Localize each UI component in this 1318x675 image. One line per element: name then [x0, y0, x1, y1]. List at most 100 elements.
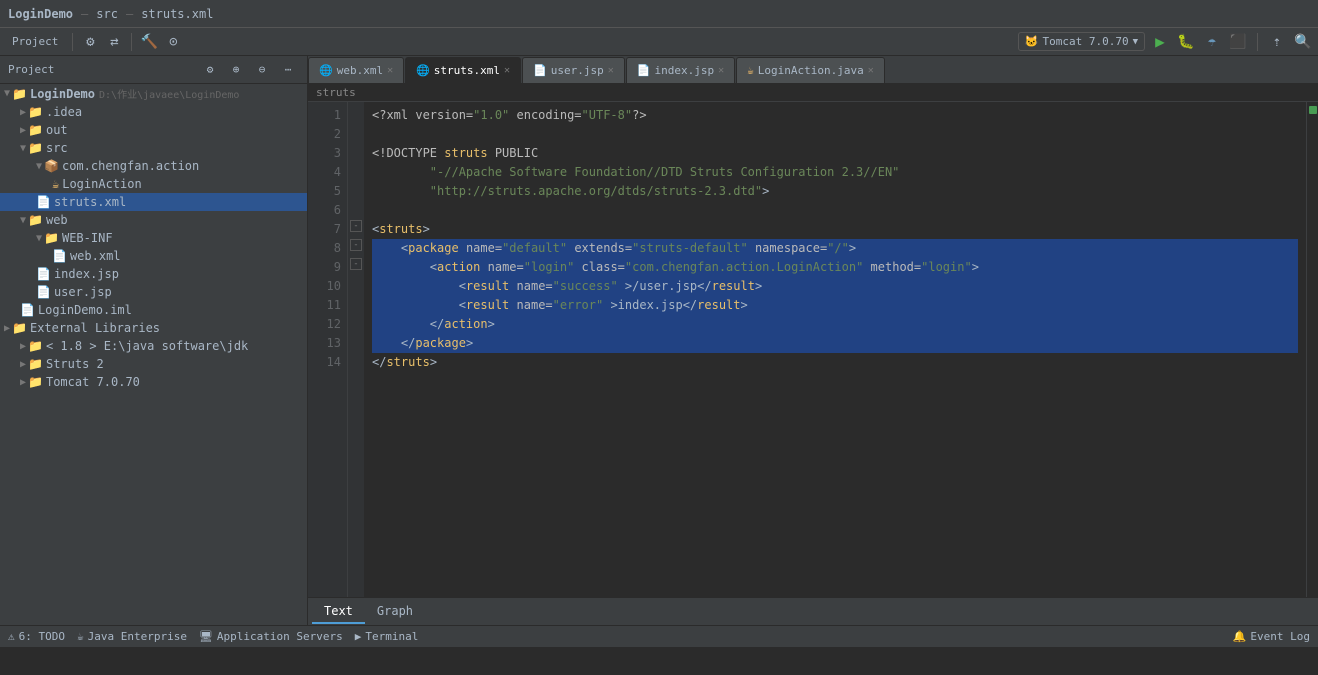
title-file2: struts.xml [141, 7, 213, 21]
sidebar-item-webinf[interactable]: ▼ 📁 WEB-INF [0, 229, 307, 247]
tab-struts-xml[interactable]: 🌐 struts.xml ✕ [405, 57, 521, 83]
tab-user-jsp[interactable]: 📄 user.jsp ✕ [522, 57, 625, 83]
tomcat-selector[interactable]: 🐱 Tomcat 7.0.70 ▼ [1018, 32, 1145, 51]
tab-index-jsp-close[interactable]: ✕ [718, 65, 724, 76]
sidebar-expand-icon[interactable]: ⊕ [225, 59, 247, 81]
code-line-9: <action name="login" class="com.chengfan… [372, 258, 1298, 277]
src-arrow-icon: ▼ [20, 143, 26, 154]
tab-struts-xml-close[interactable]: ✕ [504, 65, 510, 76]
fold-marker-7[interactable]: - [350, 220, 362, 232]
sync-btn[interactable]: ⇄ [103, 31, 125, 53]
sidebar-item-struts2[interactable]: ▶ 📁 Struts 2 [0, 355, 307, 373]
line-num-7: 7 [314, 220, 341, 239]
code-area[interactable]: <?xml version="1.0" encoding="UTF-8"?> <… [364, 102, 1306, 597]
run-button[interactable]: ▶ [1149, 31, 1171, 53]
right-gutter [1306, 102, 1318, 597]
code-line-13: </package> [372, 334, 1298, 353]
todo-icon: ⚠ [8, 630, 15, 643]
sidebar-item-src[interactable]: ▼ 📁 src [0, 139, 307, 157]
root-folder-icon: 📁 [12, 87, 27, 101]
bottom-tabs: Text Graph [308, 597, 1318, 625]
sidebar-item-out[interactable]: ▶ 📁 out [0, 121, 307, 139]
tab-user-jsp-close[interactable]: ✕ [608, 65, 614, 76]
run-config: 🐱 Tomcat 7.0.70 ▼ ▶ 🐛 ☂ ⬛ ⇡ 🔍 [1018, 31, 1314, 53]
sidebar-toolbar: ⚙ ⊕ ⊖ ⋯ [199, 59, 299, 81]
tab-loginaction-close[interactable]: ✕ [868, 65, 874, 76]
sidebar-item-struts-xml[interactable]: 📄 struts.xml [0, 193, 307, 211]
index-jsp-icon: 📄 [36, 267, 51, 281]
search-button[interactable]: 🔍 [1292, 31, 1314, 53]
eventlog-label: Event Log [1250, 630, 1310, 643]
bottom-tab-text[interactable]: Text [312, 600, 365, 624]
status-javaee[interactable]: ☕ Java Enterprise [77, 630, 187, 643]
menu-project[interactable]: Project [4, 32, 66, 51]
fold-marker-9[interactable]: - [350, 258, 362, 270]
fold-marker-8[interactable]: - [350, 239, 362, 251]
out-arrow-icon: ▶ [20, 125, 26, 136]
tab-struts-xml-label: struts.xml [434, 64, 500, 77]
bottom-tab-graph[interactable]: Graph [365, 600, 425, 624]
settings-btn[interactable]: ⚙ [79, 31, 101, 53]
sidebar-item-index-jsp[interactable]: 📄 index.jsp [0, 265, 307, 283]
tab-loginaction-icon: ☕ [747, 64, 754, 77]
idea-folder-icon: 📁 [28, 105, 43, 119]
jdk-label: < 1.8 > E:\java software\jdk [46, 339, 248, 353]
struts-xml-label: struts.xml [54, 195, 126, 209]
stop-button[interactable]: ⬛ [1227, 31, 1249, 53]
status-todo[interactable]: ⚠ 6: TODO [8, 630, 65, 643]
line-num-13: 13 [314, 334, 341, 353]
editor-area: 🌐 web.xml ✕ 🌐 struts.xml ✕ 📄 user.jsp ✕ … [308, 56, 1318, 625]
code-line-3: <!DOCTYPE struts PUBLIC [372, 144, 1298, 163]
tab-index-jsp-icon: 📄 [637, 64, 651, 77]
todo-label: 6: TODO [19, 630, 65, 643]
sidebar-item-ext-libs[interactable]: ▶ 📁 External Libraries [0, 319, 307, 337]
sidebar-item-web[interactable]: ▼ 📁 web [0, 211, 307, 229]
javaee-label: Java Enterprise [88, 630, 187, 643]
sidebar-item-tomcat[interactable]: ▶ 📁 Tomcat 7.0.70 [0, 373, 307, 391]
toolbar-sep-1 [72, 33, 73, 51]
idea-label: .idea [46, 105, 82, 119]
line-num-4: 4 [314, 163, 341, 182]
code-line-14: </struts> [372, 353, 1298, 372]
code-line-11: <result name="error" >index.jsp</result> [372, 296, 1298, 315]
vcs-button[interactable]: ⇡ [1266, 31, 1288, 53]
toolbar-sep-3 [1257, 33, 1258, 51]
sidebar-settings-icon[interactable]: ⚙ [199, 59, 221, 81]
editor-content[interactable]: 1 2 3 4 5 6 7 8 9 10 11 12 13 14 - - - [308, 102, 1318, 597]
sidebar-more-icon[interactable]: ⋯ [277, 59, 299, 81]
coverage-button[interactable]: ☂ [1201, 31, 1223, 53]
struts2-icon: 📁 [28, 357, 43, 371]
title-file1: src [96, 7, 118, 21]
sidebar-item-root[interactable]: ▼ 📁 LoginDemo D:\作业\javaee\LoginDemo [0, 84, 307, 103]
debug-button[interactable]: 🐛 [1175, 31, 1197, 53]
appservers-icon: 🖥 [199, 630, 213, 643]
sidebar-item-logindemo-iml[interactable]: 📄 LoginDemo.iml [0, 301, 307, 319]
status-terminal[interactable]: ▶ Terminal [355, 630, 419, 643]
tab-loginaction-java[interactable]: ☕ LoginAction.java ✕ [736, 57, 885, 83]
status-eventlog[interactable]: 🔔 Event Log [1233, 630, 1310, 643]
tab-web-xml[interactable]: 🌐 web.xml ✕ [308, 57, 404, 83]
tab-web-xml-close[interactable]: ✕ [387, 65, 393, 76]
make-btn[interactable]: ⊙ [162, 31, 184, 53]
web-label: web [46, 213, 68, 227]
tomcat-arrow-icon: ▶ [20, 377, 26, 388]
tab-index-jsp[interactable]: 📄 index.jsp ✕ [626, 57, 735, 83]
struts2-arrow-icon: ▶ [20, 359, 26, 370]
sidebar-item-jdk[interactable]: ▶ 📁 < 1.8 > E:\java software\jdk [0, 337, 307, 355]
web-arrow-icon: ▼ [20, 215, 26, 226]
code-line-6 [372, 201, 1298, 220]
sidebar-collapse-icon[interactable]: ⊖ [251, 59, 273, 81]
jdk-icon: 📁 [28, 339, 43, 353]
sidebar-item-user-jsp[interactable]: 📄 user.jsp [0, 283, 307, 301]
sidebar-item-idea[interactable]: ▶ 📁 .idea [0, 103, 307, 121]
sidebar-item-web-xml[interactable]: 📄 web.xml [0, 247, 307, 265]
webinf-folder-icon: 📁 [44, 231, 59, 245]
loginaction-label: LoginAction [62, 177, 141, 191]
sidebar-item-loginaction[interactable]: ☕ LoginAction [0, 175, 307, 193]
sidebar-item-com[interactable]: ▼ 📦 com.chengfan.action [0, 157, 307, 175]
main-area: Project ⚙ ⊕ ⊖ ⋯ ▼ 📁 LoginDemo D:\作业\java… [0, 56, 1318, 625]
line-num-12: 12 [314, 315, 341, 334]
build-btn[interactable]: 🔨 [138, 31, 160, 53]
status-appservers[interactable]: 🖥 Application Servers [199, 630, 343, 643]
line-num-8: 8 [314, 239, 341, 258]
